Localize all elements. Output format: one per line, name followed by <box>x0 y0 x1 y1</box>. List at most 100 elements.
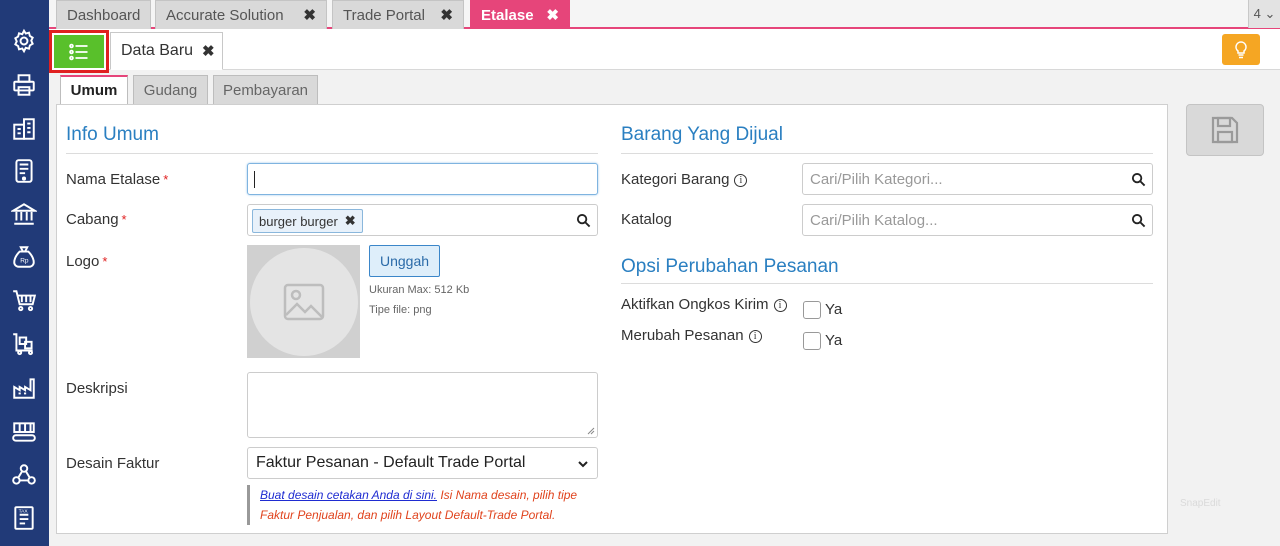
conveyor-icon[interactable] <box>10 418 38 446</box>
image-icon <box>283 283 324 320</box>
logo-label: Logo * <box>66 253 107 270</box>
kategori-barang-select[interactable]: Cari/Pilih Kategori... <box>802 163 1153 195</box>
label-text: Aktifkan Ongkos Kirim <box>621 296 769 313</box>
cart-box-icon[interactable] <box>10 330 38 358</box>
tab-label: Dashboard <box>67 6 141 24</box>
cabang-chip: burger burger ✖ <box>252 209 363 233</box>
form-header-row: Data Baru ✖ <box>49 29 1280 73</box>
tab-count-dropdown[interactable]: 4 ⌄ <box>1248 0 1280 28</box>
info-icon[interactable]: i <box>748 330 762 343</box>
left-sidebar: Rp TAX <box>0 0 49 546</box>
upload-button[interactable]: Unggah <box>369 245 440 277</box>
menu-button-highlight <box>49 30 109 73</box>
svg-text:Rp: Rp <box>20 257 29 264</box>
info-icon[interactable]: i <box>734 174 748 187</box>
top-tab-bar: Dashboard Accurate Solution ✖ Trade Port… <box>49 0 1280 29</box>
desain-note: Buat desain cetakan Anda di sini. Isi Na… <box>247 485 603 525</box>
upload-max-size-note: Ukuran Max: 512 Kb <box>369 284 470 296</box>
bank-icon[interactable] <box>10 200 38 228</box>
required-marker: * <box>163 172 169 187</box>
section-title-opsi-perubahan: Opsi Perubahan Pesanan <box>621 256 839 277</box>
people-network-icon[interactable] <box>10 461 38 489</box>
close-icon[interactable]: ✖ <box>303 6 316 24</box>
tab-umum[interactable]: Umum <box>60 75 128 105</box>
chevron-down-icon <box>578 461 588 468</box>
placeholder-text: Cari/Pilih Kategori... <box>810 171 943 188</box>
katalog-select[interactable]: Cari/Pilih Katalog... <box>802 204 1153 236</box>
logo-placeholder <box>249 247 358 356</box>
printer-icon[interactable] <box>10 71 38 99</box>
tax-document-icon[interactable]: TAX <box>10 504 38 532</box>
save-icon <box>1211 116 1239 144</box>
ongkos-kirim-ya-label: Ya <box>825 301 843 318</box>
section-divider <box>66 153 598 154</box>
tablet-icon[interactable] <box>10 157 38 185</box>
search-icon <box>1131 213 1146 228</box>
cabang-label: Cabang * <box>66 211 127 228</box>
shopping-cart-icon[interactable] <box>10 287 38 315</box>
tab-accurate-solution[interactable]: Accurate Solution ✖ <box>155 0 327 29</box>
list-icon <box>69 43 88 60</box>
tab-label: Data Baru <box>121 42 194 59</box>
tab-pembayaran[interactable]: Pembayaran <box>213 75 318 105</box>
tab-data-baru[interactable]: Data Baru ✖ <box>110 32 223 70</box>
remove-chip-icon[interactable]: ✖ <box>345 213 356 229</box>
cabang-select[interactable]: burger burger ✖ <box>247 204 598 236</box>
building-icon[interactable] <box>10 115 38 143</box>
nama-etalase-label: Nama Etalase * <box>66 171 168 188</box>
close-icon[interactable]: ✖ <box>546 6 559 24</box>
list-menu-button[interactable] <box>54 35 104 68</box>
tab-dashboard[interactable]: Dashboard <box>56 0 151 29</box>
label-text: Kategori Barang <box>621 171 730 188</box>
tips-button[interactable] <box>1222 34 1260 65</box>
desain-faktur-select[interactable]: Faktur Pesanan - Default Trade Portal <box>247 447 598 479</box>
label-text: Nama Etalase <box>66 171 161 188</box>
nama-etalase-input[interactable] <box>247 163 598 195</box>
merubah-pesanan-ya-label: Ya <box>825 332 843 349</box>
section-title-barang-dijual: Barang Yang Dijual <box>621 124 783 145</box>
section-divider <box>621 153 1153 154</box>
tab-etalase[interactable]: Etalase ✖ <box>470 0 570 29</box>
info-icon[interactable]: i <box>773 299 787 312</box>
search-icon <box>576 213 591 228</box>
section-title-info-umum: Info Umum <box>66 124 159 145</box>
desain-faktur-label: Desain Faktur <box>66 455 160 472</box>
tab-label: Etalase <box>481 6 534 24</box>
tab-trade-portal[interactable]: Trade Portal ✖ <box>332 0 464 29</box>
gear-icon[interactable] <box>10 27 38 55</box>
deskripsi-textarea[interactable] <box>247 372 598 438</box>
logo-preview <box>247 245 360 358</box>
resize-handle-icon[interactable] <box>587 427 595 435</box>
section-divider <box>621 283 1153 284</box>
close-icon[interactable]: ✖ <box>440 6 453 24</box>
svg-text:TAX: TAX <box>19 509 29 515</box>
merubah-pesanan-checkbox[interactable] <box>803 332 821 350</box>
tab-label: Accurate Solution <box>166 6 284 24</box>
tab-label: Trade Portal <box>343 6 425 24</box>
text-caret <box>254 171 255 188</box>
select-value: Faktur Pesanan - Default Trade Portal <box>256 454 526 471</box>
money-bag-icon[interactable]: Rp <box>10 243 38 271</box>
watermark: SnapEdit <box>1180 498 1221 509</box>
deskripsi-label: Deskripsi <box>66 380 128 397</box>
required-marker: * <box>121 212 127 227</box>
katalog-label: Katalog <box>621 211 672 228</box>
placeholder-text: Cari/Pilih Katalog... <box>810 212 938 229</box>
save-button[interactable] <box>1186 104 1264 156</box>
ongkos-kirim-label: Aktifkan Ongkos Kirim i <box>621 296 787 313</box>
close-icon[interactable]: ✖ <box>202 42 215 60</box>
merubah-pesanan-label: Merubah Pesanan i <box>621 327 762 344</box>
buat-desain-link[interactable]: Buat desain cetakan Anda di sini. <box>260 488 437 502</box>
kategori-barang-label: Kategori Barang i <box>621 171 748 188</box>
search-icon <box>1131 172 1146 187</box>
chip-label: burger burger <box>259 213 338 229</box>
tab-gudang[interactable]: Gudang <box>133 75 208 105</box>
upload-file-type-note: Tipe file: png <box>369 304 432 316</box>
label-text: Cabang <box>66 211 119 228</box>
factory-icon[interactable] <box>10 374 38 402</box>
label-text: Logo <box>66 253 100 270</box>
ongkos-kirim-checkbox[interactable] <box>803 301 821 319</box>
required-marker: * <box>102 254 108 269</box>
lightbulb-icon <box>1235 40 1247 58</box>
label-text: Merubah Pesanan <box>621 327 744 344</box>
